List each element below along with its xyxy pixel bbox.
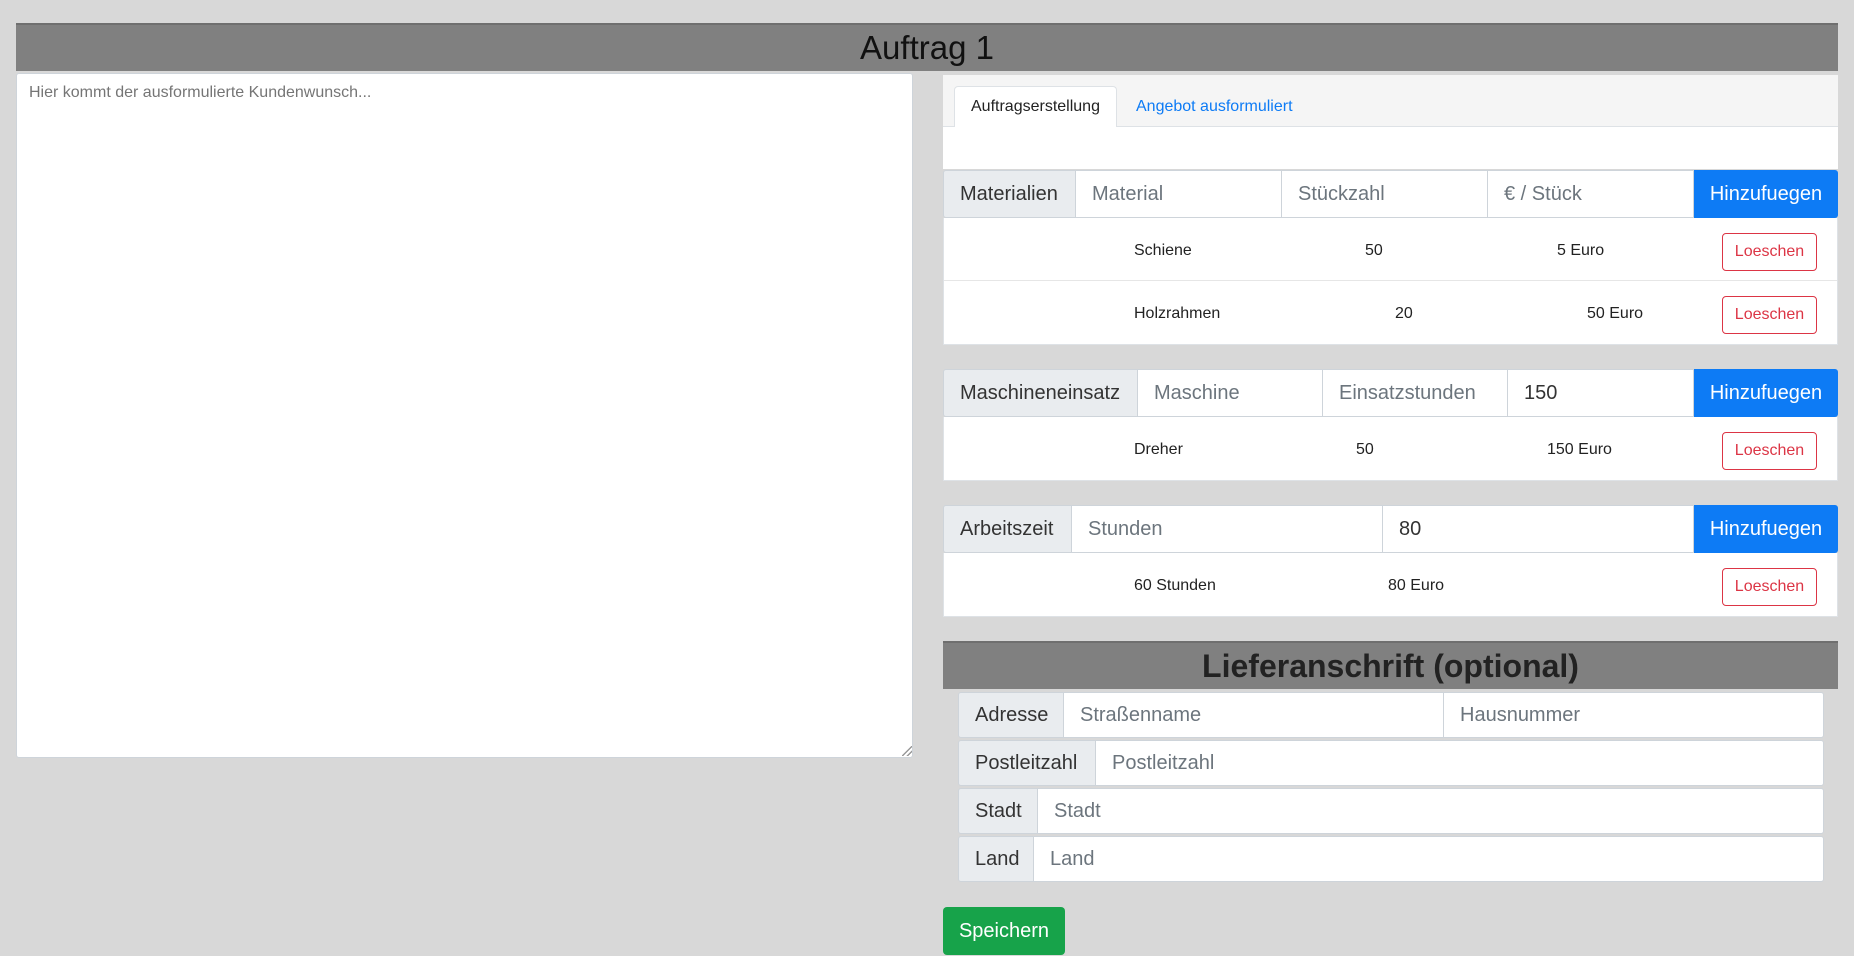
add-machine-button[interactable]: Hinzufuegen: [1694, 369, 1838, 417]
resize-grip-icon[interactable]: [902, 746, 912, 756]
delete-button[interactable]: Loeschen: [1722, 568, 1817, 606]
material-name: Holzrahmen: [1134, 305, 1221, 322]
machine-hours: 50: [1356, 441, 1374, 458]
delivery-title-text: Lieferanschrift (optional): [1202, 647, 1579, 684]
list-item: Schiene 50 5 Euro Loeschen: [944, 218, 1837, 281]
materials-input-group: Materialien Material Stückzahl € / Stück…: [943, 170, 1838, 218]
customer-request-textarea[interactable]: [16, 73, 913, 758]
material-input[interactable]: Material: [1076, 170, 1282, 218]
house-number-input[interactable]: Hausnummer: [1444, 692, 1824, 738]
add-material-button[interactable]: Hinzufuegen: [1694, 170, 1838, 218]
street-input[interactable]: Straßenname: [1064, 692, 1444, 738]
machine-rate-input[interactable]: 150: [1508, 369, 1694, 417]
delete-button[interactable]: Loeschen: [1722, 432, 1817, 470]
worktime-list: 60 Stunden 80 Euro Loeschen: [943, 553, 1838, 617]
zip-input-group: Postleitzahl Postleitzahl: [958, 740, 1824, 786]
machines-list: Dreher 50 150 Euro Loeschen: [943, 417, 1838, 481]
machine-input[interactable]: Maschine: [1138, 369, 1323, 417]
tab-label: Auftragserstellung: [971, 98, 1100, 115]
machine-price: 150 Euro: [1547, 441, 1612, 458]
worktime-input-group: Arbeitszeit Stunden 80 Hinzufuegen: [943, 505, 1838, 553]
zip-label: Postleitzahl: [958, 740, 1096, 786]
address-input-group: Adresse Straßenname Hausnummer: [958, 692, 1824, 738]
worktime-hours: 60 Stunden: [1134, 577, 1216, 594]
material-name: Schiene: [1134, 242, 1192, 259]
address-label: Adresse: [958, 692, 1064, 738]
machines-input-group: Maschineneinsatz Maschine Einsatzstunden…: [943, 369, 1838, 417]
list-item: 60 Stunden 80 Euro Loeschen: [944, 553, 1837, 616]
worktime-price: 80 Euro: [1388, 577, 1445, 594]
material-qty: 50: [1365, 242, 1383, 259]
save-button[interactable]: Speichern: [943, 907, 1065, 955]
materials-label: Materialien: [943, 170, 1076, 218]
material-price: 5 Euro: [1557, 242, 1605, 259]
materials-list: Schiene 50 5 Euro Loeschen Holzrahmen 20…: [943, 218, 1838, 345]
delete-button[interactable]: Loeschen: [1722, 296, 1817, 334]
quantity-input[interactable]: Stückzahl: [1282, 170, 1488, 218]
city-input-group: Stadt Stadt: [958, 788, 1824, 834]
tab-label: Angebot ausformuliert: [1136, 98, 1293, 115]
country-input-group: Land Land: [958, 836, 1824, 882]
country-label: Land: [958, 836, 1034, 882]
page-title-text: Auftrag 1: [860, 29, 994, 66]
worktime-label: Arbeitszeit: [943, 505, 1072, 553]
list-item: Dreher 50 150 Euro Loeschen: [944, 417, 1837, 480]
delete-button[interactable]: Loeschen: [1722, 233, 1817, 271]
city-input[interactable]: Stadt: [1038, 788, 1824, 834]
hours-input[interactable]: Einsatzstunden: [1323, 369, 1508, 417]
list-item: Holzrahmen 20 50 Euro Loeschen: [944, 281, 1837, 344]
machines-label: Maschineneinsatz: [943, 369, 1138, 417]
delivery-address-title: Lieferanschrift (optional): [943, 641, 1838, 689]
tab-bar: Auftragserstellung Angebot ausformuliert: [943, 75, 1838, 128]
page-title: Auftrag 1: [16, 23, 1838, 71]
material-qty: 20: [1395, 305, 1413, 322]
country-input[interactable]: Land: [1034, 836, 1824, 882]
material-price: 50 Euro: [1587, 305, 1644, 322]
worktime-rate-input[interactable]: 80: [1383, 505, 1694, 553]
worktime-hours-input[interactable]: Stunden: [1072, 505, 1383, 553]
tab-auftragserstellung[interactable]: Auftragserstellung: [954, 86, 1117, 128]
add-worktime-button[interactable]: Hinzufuegen: [1694, 505, 1838, 553]
price-per-unit-input[interactable]: € / Stück: [1488, 170, 1694, 218]
machine-name: Dreher: [1134, 441, 1183, 458]
zip-input[interactable]: Postleitzahl: [1096, 740, 1824, 786]
city-label: Stadt: [958, 788, 1038, 834]
tab-angebot-ausformuliert[interactable]: Angebot ausformuliert: [1120, 86, 1309, 128]
tab-content-spacer: [943, 127, 1838, 169]
